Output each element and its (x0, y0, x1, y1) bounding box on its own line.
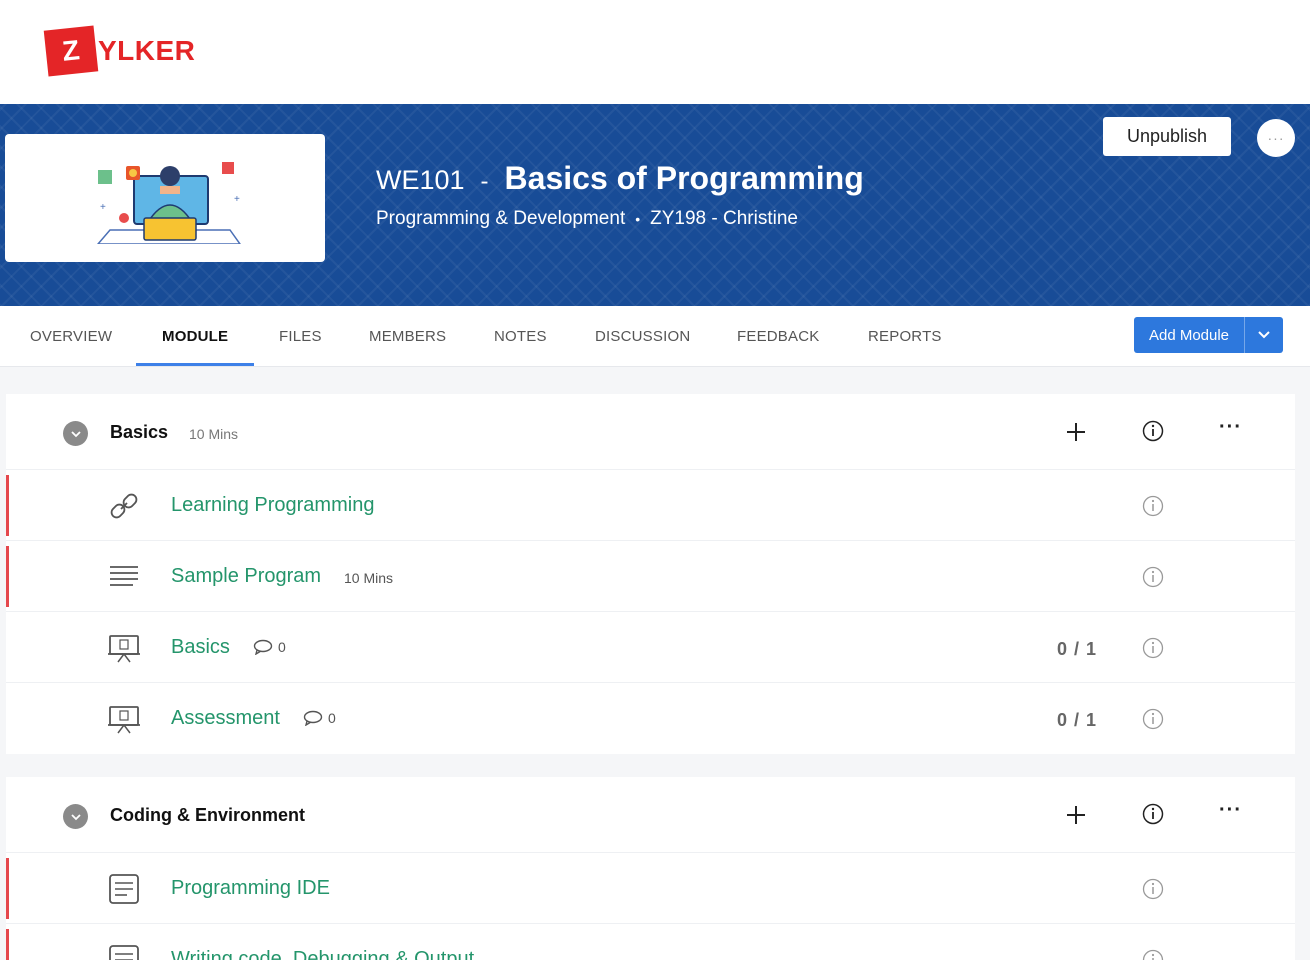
comment-count-value: 0 (328, 710, 336, 726)
subtitle-dot: • (635, 211, 641, 227)
module-menu-icon[interactable]: ··· (1219, 417, 1242, 437)
programmer-illustration-icon: + + (97, 162, 241, 244)
chevron-down-icon[interactable] (1245, 317, 1283, 353)
svg-text:+: + (234, 194, 240, 205)
zylker-logo[interactable]: Z YLKER (43, 25, 196, 77)
top-bar: Z YLKER (0, 0, 1310, 104)
module-header: Basics 10 Mins ··· (6, 394, 1295, 470)
info-icon[interactable] (1142, 637, 1164, 659)
info-icon[interactable] (1142, 949, 1164, 960)
info-icon[interactable] (1142, 420, 1164, 442)
status-marker (6, 858, 9, 919)
module-header: Coding & Environment ··· (6, 777, 1295, 853)
svg-text:+: + (100, 202, 106, 213)
add-item-icon[interactable] (1065, 421, 1087, 443)
item-score: 0 / 1 (1057, 639, 1098, 659)
tab-discussion[interactable]: DISCUSSION (595, 328, 690, 345)
comment-icon (303, 710, 323, 726)
heading-separator: - (480, 168, 489, 195)
info-icon[interactable] (1142, 495, 1164, 517)
status-marker (6, 929, 9, 960)
module-card: Basics 10 Mins ··· Learning Programming … (6, 394, 1295, 754)
info-icon[interactable] (1142, 803, 1164, 825)
item-title[interactable]: Programming IDE (171, 877, 330, 900)
comment-icon (253, 639, 273, 655)
module-list: Basics 10 Mins ··· Learning Programming … (0, 367, 1310, 960)
module-duration: 10 Mins (189, 426, 239, 442)
logo-mark: Z (43, 25, 99, 77)
course-subtitle: Programming & Development • ZY198 - Chri… (376, 208, 798, 230)
unpublish-button[interactable]: Unpublish (1103, 117, 1231, 156)
tab-overview[interactable]: OVERVIEW (30, 328, 112, 345)
add-module-button[interactable]: Add Module (1134, 317, 1283, 353)
info-icon[interactable] (1142, 878, 1164, 900)
item-title[interactable]: Sample Program (171, 565, 321, 588)
item-title[interactable]: Assessment (171, 707, 280, 730)
list-item[interactable]: Programming IDE (6, 853, 1295, 924)
more-options-icon[interactable]: ··· (1257, 119, 1295, 157)
item-title[interactable]: Learning Programming (171, 494, 374, 517)
comment-count[interactable]: 0 (303, 710, 336, 726)
comment-count-value: 0 (278, 639, 286, 655)
item-title[interactable]: Writing code, Debugging & Output (171, 948, 474, 960)
text-lines-icon (110, 566, 138, 586)
logo-text: YLKER (98, 35, 196, 66)
document-icon (109, 945, 139, 960)
list-item[interactable]: Learning Programming (6, 470, 1295, 541)
status-marker (6, 475, 9, 536)
info-icon[interactable] (1142, 708, 1164, 730)
course-tabs: OVERVIEW MODULE FILES MEMBERS NOTES DISC… (0, 306, 1310, 367)
tab-module[interactable]: MODULE (162, 328, 228, 345)
list-item[interactable]: Sample Program 10 Mins (6, 541, 1295, 612)
module-title: Coding & Environment (110, 805, 305, 825)
presentation-icon (108, 706, 140, 734)
comment-count[interactable]: 0 (253, 639, 286, 655)
add-item-icon[interactable] (1065, 804, 1087, 826)
module-card: Coding & Environment ··· Programming IDE… (6, 777, 1295, 960)
course-instructor: ZY198 - Christine (650, 208, 798, 229)
tab-files[interactable]: FILES (279, 328, 322, 345)
status-marker (6, 546, 9, 607)
course-title: Basics of Programming (504, 160, 864, 196)
course-thumbnail: + + (5, 134, 325, 262)
item-duration: 10 Mins (344, 570, 394, 586)
course-heading: WE101 - Basics of Programming (376, 160, 864, 197)
info-icon[interactable] (1142, 566, 1164, 588)
collapse-chevron-icon[interactable] (63, 421, 88, 446)
module-menu-icon[interactable]: ··· (1219, 800, 1242, 820)
tab-reports[interactable]: REPORTS (868, 328, 942, 345)
item-score: 0 / 1 (1057, 710, 1098, 730)
link-icon (110, 493, 138, 519)
course-banner: + + WE101 - Basics of Programming Progra… (0, 104, 1310, 306)
tab-members[interactable]: MEMBERS (369, 328, 446, 345)
tab-feedback[interactable]: FEEDBACK (737, 328, 819, 345)
document-icon (109, 874, 139, 904)
add-module-label[interactable]: Add Module (1134, 317, 1245, 353)
module-title: Basics (110, 422, 169, 442)
course-code: WE101 (376, 165, 465, 195)
list-item[interactable]: Assessment 0 0 / 1 (6, 683, 1295, 754)
presentation-icon (108, 635, 140, 663)
list-item[interactable]: Basics 0 0 / 1 (6, 612, 1295, 683)
item-title[interactable]: Basics (171, 636, 230, 659)
tab-notes[interactable]: NOTES (494, 328, 547, 345)
collapse-chevron-icon[interactable] (63, 804, 88, 829)
list-item[interactable]: Writing code, Debugging & Output (6, 924, 1295, 960)
course-category: Programming & Development (376, 208, 626, 229)
active-tab-indicator (136, 363, 254, 366)
